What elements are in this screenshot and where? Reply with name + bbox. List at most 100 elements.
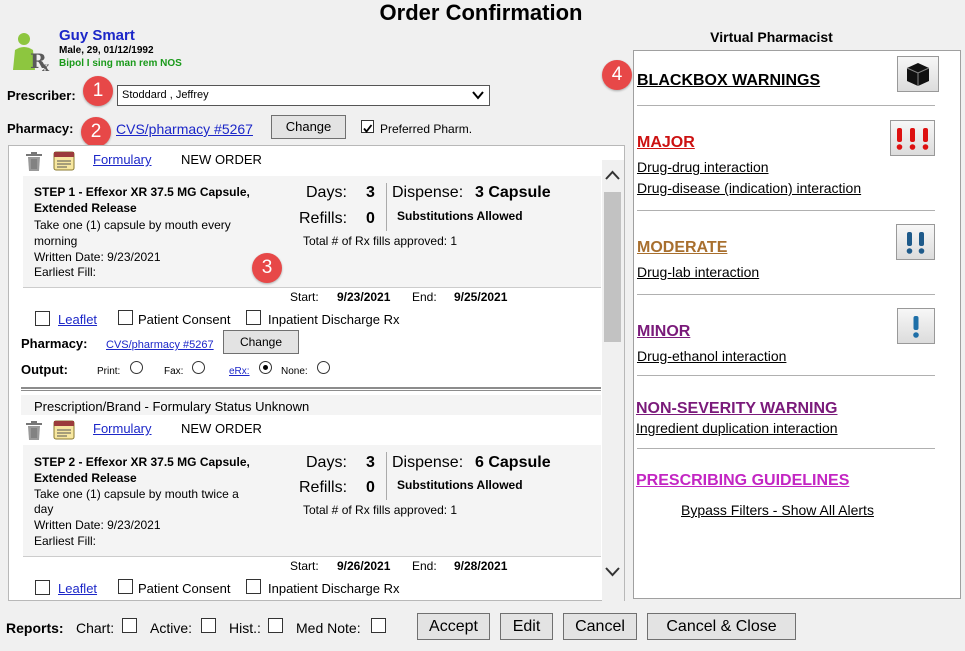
end-value: 9/25/2021 [454, 290, 508, 304]
earliest-fill: Earliest Fill: [34, 265, 97, 279]
order-status: NEW ORDER [181, 421, 262, 436]
leaflet-link[interactable]: Leaflet [58, 312, 97, 327]
patient-info: Male, 29, 01/12/1992 [59, 45, 154, 56]
days-label: Days: [306, 454, 347, 471]
patient-diagnosis: Bipol I sing man rem NOS [59, 58, 182, 69]
hist-label: Hist.: [229, 620, 261, 636]
leaflet-checkbox[interactable] [35, 311, 50, 326]
notes-icon[interactable] [53, 420, 75, 440]
callout-badge-3: 3 [252, 253, 282, 283]
cancel-close-button[interactable]: Cancel & Close [647, 613, 796, 640]
prescriber-value: Stoddard , Jeffrey [122, 89, 209, 101]
scroll-up-icon[interactable] [604, 168, 621, 182]
output-erx-radio[interactable] [259, 361, 272, 374]
non-severity-warning-link[interactable]: NON-SEVERITY WARNING [636, 400, 838, 418]
start-value: 9/23/2021 [337, 290, 391, 304]
inpatient-discharge-checkbox[interactable] [246, 310, 261, 325]
output-print-radio[interactable] [130, 361, 143, 374]
moderate-link[interactable]: MODERATE [637, 239, 727, 257]
blackbox-warnings-link[interactable]: BLACKBOX WARNINGS [637, 72, 820, 90]
order-change-pharmacy-button[interactable]: Change [223, 330, 299, 354]
med-note-checkbox[interactable] [371, 618, 386, 633]
trash-icon[interactable] [25, 420, 43, 441]
blackbox-icon[interactable] [897, 56, 939, 92]
end-label: End: [412, 559, 437, 573]
formulary-link[interactable]: Formulary [93, 421, 152, 436]
output-none-radio[interactable] [317, 361, 330, 374]
formulary-link[interactable]: Formulary [93, 152, 152, 167]
drug-disease-interaction-link[interactable]: Drug-disease (indication) interaction [637, 180, 861, 196]
minor-link[interactable]: MINOR [637, 323, 690, 341]
patient-name: Guy Smart [59, 27, 135, 44]
order-pharmacy-link[interactable]: CVS/pharmacy #5267 [106, 339, 214, 351]
substitutions: Substitutions Allowed [397, 478, 523, 492]
inpatient-discharge-checkbox[interactable] [246, 579, 261, 594]
start-label: Start: [290, 290, 319, 304]
output-fax-radio[interactable] [192, 361, 205, 374]
drug-ethanol-interaction-link[interactable]: Drug-ethanol interaction [637, 348, 786, 364]
output-erx-label[interactable]: eRx: [229, 366, 250, 377]
divider [386, 183, 387, 231]
patient-consent-checkbox[interactable] [118, 579, 133, 594]
end-label: End: [412, 290, 437, 304]
major-link[interactable]: MAJOR [637, 134, 695, 152]
cancel-button[interactable]: Cancel [563, 613, 637, 640]
callout-badge-1: 1 [83, 76, 113, 106]
refills-value: 0 [366, 479, 375, 496]
scrollbar-thumb[interactable] [604, 192, 621, 342]
minor-severity-icon[interactable] [897, 308, 935, 344]
inpatient-discharge-label: Inpatient Discharge Rx [268, 312, 400, 327]
days-value: 3 [366, 184, 375, 201]
moderate-severity-icon[interactable] [896, 224, 935, 260]
virtual-pharmacist-title: Virtual Pharmacist [710, 29, 833, 45]
preferred-pharm-checkbox[interactable] [361, 120, 374, 133]
chart-checkbox[interactable] [122, 618, 137, 633]
drug-drug-interaction-link[interactable]: Drug-drug interaction [637, 159, 769, 175]
output-none-label: None: [281, 366, 308, 377]
order-status: NEW ORDER [181, 152, 262, 167]
major-severity-icon[interactable] [890, 120, 935, 156]
ingredient-duplication-link[interactable]: Ingredient duplication interaction [636, 420, 838, 436]
notes-icon[interactable] [53, 151, 75, 171]
inpatient-discharge-label: Inpatient Discharge Rx [268, 581, 400, 596]
pharmacy-label: Pharmacy: [7, 121, 74, 136]
prescribing-guidelines-link[interactable]: PRESCRIBING GUIDELINES [636, 472, 849, 490]
checkmark-icon [363, 124, 373, 133]
leaflet-link[interactable]: Leaflet [58, 581, 97, 596]
fills-approved: Total # of Rx fills approved: 1 [303, 503, 458, 517]
dispense-label: Dispense: [392, 184, 464, 201]
leaflet-checkbox[interactable] [35, 580, 50, 595]
med-note-label: Med Note: [296, 620, 361, 636]
prescriber-select[interactable]: Stoddard , Jeffrey [117, 85, 490, 106]
order-separator [21, 387, 601, 391]
window-title: Order Confirmation [379, 0, 583, 25]
earliest-fill: Earliest Fill: [34, 534, 97, 548]
radio-selected-dot [263, 365, 268, 370]
written-date: Written Date: 9/23/2021 [34, 250, 161, 264]
divider [637, 375, 935, 376]
sig-line2: morning [34, 234, 78, 248]
accept-button[interactable]: Accept [417, 613, 490, 640]
patient-consent-checkbox[interactable] [118, 310, 133, 325]
substitutions: Substitutions Allowed [397, 209, 523, 223]
divider [23, 556, 601, 557]
divider [637, 294, 935, 295]
edit-button[interactable]: Edit [500, 613, 553, 640]
reports-label: Reports: [6, 620, 64, 636]
drug-lab-interaction-link[interactable]: Drug-lab interaction [637, 264, 759, 280]
callout-badge-2: 2 [81, 117, 111, 147]
scroll-down-icon[interactable] [604, 565, 621, 579]
svg-text:x: x [42, 60, 50, 72]
sig-line2: day [34, 502, 54, 516]
trash-icon[interactable] [25, 151, 43, 172]
change-pharmacy-button[interactable]: Change [271, 115, 346, 139]
bypass-filters-link[interactable]: Bypass Filters - Show All Alerts [681, 502, 874, 518]
active-checkbox[interactable] [201, 618, 216, 633]
drug-name-line1: STEP 1 - Effexor XR 37.5 MG Capsule, [34, 185, 250, 199]
pharmacy-link[interactable]: CVS/pharmacy #5267 [116, 121, 253, 137]
divider [637, 448, 935, 449]
hist-checkbox[interactable] [268, 618, 283, 633]
chevron-down-icon [472, 91, 484, 100]
callout-badge-4: 4 [602, 60, 632, 90]
fills-approved: Total # of Rx fills approved: 1 [303, 234, 458, 248]
